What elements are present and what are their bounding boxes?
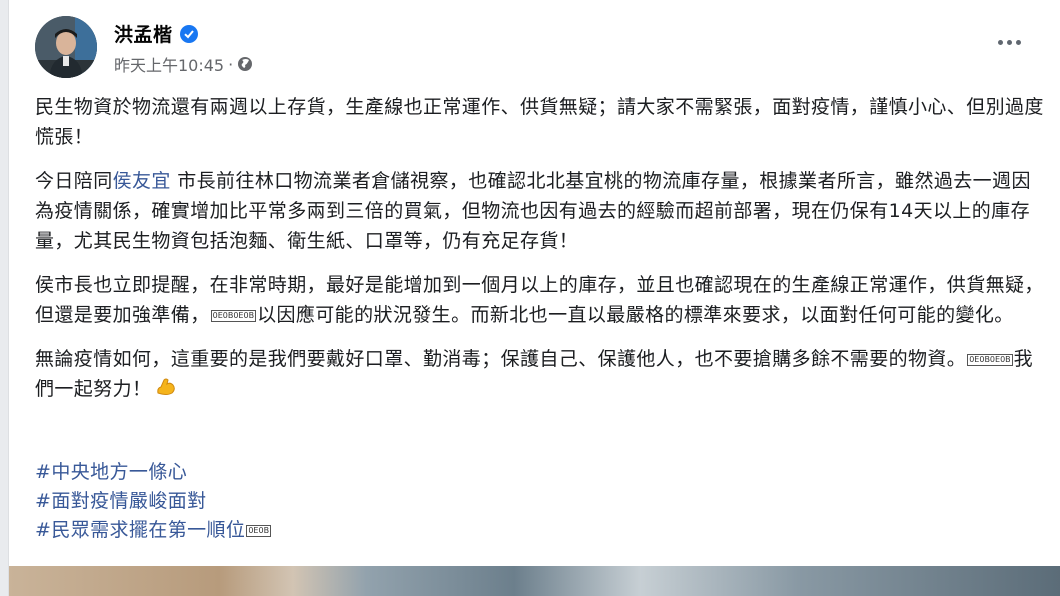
post-header: 洪孟楷 昨天上午10:45 ·	[35, 16, 1045, 82]
flexed-biceps-icon	[155, 376, 177, 398]
paragraph-3: 侯市長也立即提醒，在非常時期，最好是能增加到一個月以上的庫存，並且也確認現在的生…	[35, 274, 1044, 326]
post-photo[interactable]	[9, 566, 1060, 596]
hashtag-list: #中央地方一條心 #面對疫情嚴峻面對 #民眾需求擺在第一順位 0E0B	[35, 458, 272, 545]
paragraph-1: 民生物資於物流還有兩週以上存貨，生產線也正常運作、供貨無疑；請大家不需緊張，面對…	[35, 96, 1044, 148]
globe-icon[interactable]	[237, 56, 253, 72]
post-timestamp[interactable]: 昨天上午10:45	[114, 52, 224, 76]
verified-badge-icon	[179, 24, 198, 43]
post-body: 民生物資於物流還有兩週以上存貨，生產線也正常運作、供貨無疑；請大家不需緊張，面對…	[35, 92, 1045, 418]
hashtag-link[interactable]: #面對疫情嚴峻面對	[35, 487, 272, 516]
paragraph-4: 無論疫情如何，這重要的是我們要戴好口罩、勤消毒；保護自己、保護他人，也不要搶購多…	[35, 348, 1034, 400]
missing-glyph-icon: 0E0B	[246, 524, 272, 537]
paragraph-2: 今日陪同侯友宜 市長前往林口物流業者倉儲視察，也確認北北基宜桃的物流庫存量，根據…	[35, 170, 1031, 252]
meta-separator: ·	[228, 54, 234, 74]
author-avatar[interactable]	[35, 16, 97, 78]
hashtag-link[interactable]: #中央地方一條心	[35, 458, 272, 487]
author-row: 洪孟楷	[114, 20, 198, 47]
author-name[interactable]: 洪孟楷	[114, 20, 173, 47]
hashtag-link[interactable]: #民眾需求擺在第一順位 0E0B	[35, 516, 272, 545]
more-options-icon[interactable]	[991, 24, 1027, 60]
post-meta: 昨天上午10:45 ·	[114, 52, 253, 76]
mention-link[interactable]: 侯友宜	[113, 170, 171, 192]
missing-glyph-icon: 0E0B0E0B	[967, 353, 1013, 366]
facebook-post: 洪孟楷 昨天上午10:45 · 民生物資於物流還有兩週以上存貨，生產線也正常運作…	[8, 0, 1060, 596]
missing-glyph-icon: 0E0B0E0B	[210, 309, 257, 322]
